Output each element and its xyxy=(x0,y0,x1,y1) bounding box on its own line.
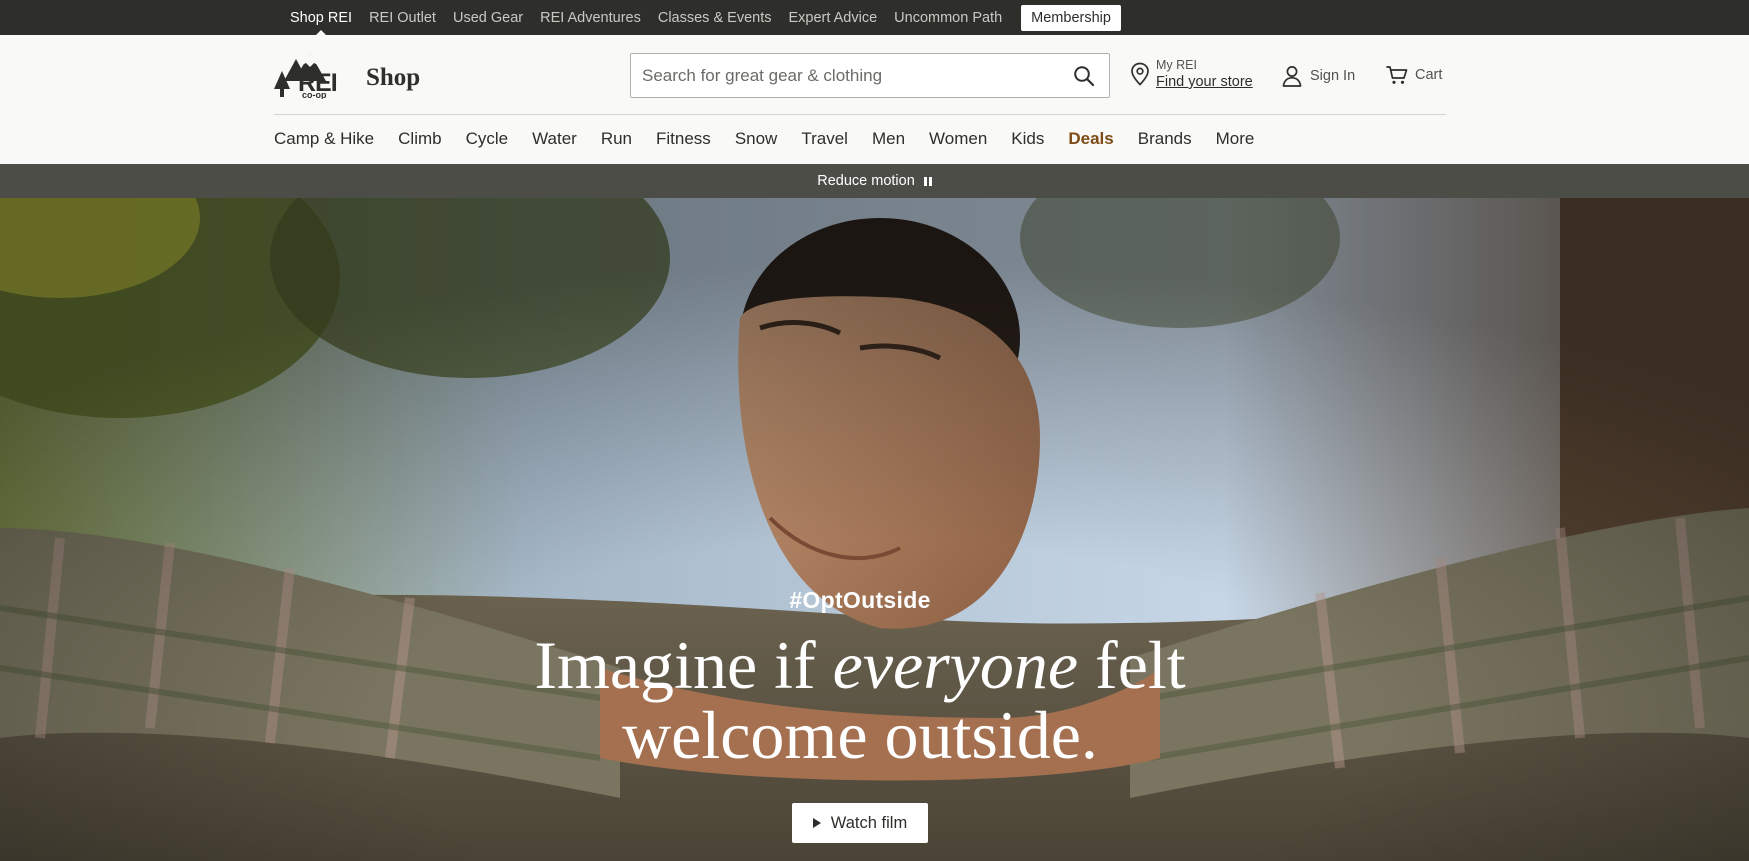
headline-part2: felt xyxy=(1078,627,1186,703)
sign-in-button[interactable]: Sign In xyxy=(1282,65,1355,87)
nav-item-camp-hike[interactable]: Camp & Hike xyxy=(274,129,374,149)
nav-item-snow[interactable]: Snow xyxy=(735,129,778,149)
cart-label: Cart xyxy=(1415,67,1443,83)
my-rei-label: My REI xyxy=(1156,58,1197,72)
headline-part1: Imagine if xyxy=(534,627,833,703)
hero-headline: Imagine if everyone felt welcome outside… xyxy=(0,630,1720,770)
nav-item-deals[interactable]: Deals xyxy=(1068,129,1113,149)
nav-item-more[interactable]: More xyxy=(1216,129,1255,149)
utility-bar: Shop REI REI Outlet Used Gear REI Advent… xyxy=(0,0,1749,37)
reduce-motion-label: Reduce motion xyxy=(817,173,915,189)
utility-link-rei-adventures[interactable]: REI Adventures xyxy=(540,10,641,26)
utility-link-shop-rei[interactable]: Shop REI xyxy=(290,10,352,37)
nav-item-women[interactable]: Women xyxy=(929,129,987,149)
headline-emphasis: everyone xyxy=(832,627,1079,703)
nav-item-brands[interactable]: Brands xyxy=(1138,129,1192,149)
main-nav: Camp & Hike Climb Cycle Water Run Fitnes… xyxy=(274,127,1278,151)
play-icon xyxy=(812,818,821,828)
utility-links: Shop REI REI Outlet Used Gear REI Advent… xyxy=(290,0,1121,37)
search-box xyxy=(630,53,1110,98)
search-icon[interactable] xyxy=(1073,65,1095,87)
utility-link-expert-advice[interactable]: Expert Advice xyxy=(788,10,877,26)
utility-link-uncommon-path[interactable]: Uncommon Path xyxy=(894,10,1002,26)
search-input[interactable] xyxy=(642,54,1052,97)
sign-in-label: Sign In xyxy=(1310,68,1356,84)
nav-item-run[interactable]: Run xyxy=(601,129,632,149)
rei-coop-logo[interactable]: REI co-op xyxy=(274,51,350,99)
nav-item-fitness[interactable]: Fitness xyxy=(656,129,711,149)
hero-hashtag: #OptOutside xyxy=(789,587,931,613)
location-pin-icon xyxy=(1131,62,1149,86)
find-your-store-link[interactable]: Find your store xyxy=(1156,74,1253,90)
headline-line2: welcome outside. xyxy=(622,697,1098,773)
cart-button[interactable]: Cart xyxy=(1386,65,1442,85)
reduce-motion-toggle[interactable]: Reduce motion xyxy=(0,164,1749,198)
svg-text:co-op: co-op xyxy=(302,90,327,99)
header-divider xyxy=(274,114,1446,115)
nav-item-men[interactable]: Men xyxy=(872,129,905,149)
shop-title[interactable]: Shop xyxy=(366,64,420,92)
utility-link-classes-events[interactable]: Classes & Events xyxy=(658,10,772,26)
utility-link-rei-outlet[interactable]: REI Outlet xyxy=(369,10,436,26)
nav-item-cycle[interactable]: Cycle xyxy=(466,129,509,149)
membership-button[interactable]: Membership xyxy=(1021,4,1121,31)
utility-link-used-gear[interactable]: Used Gear xyxy=(453,10,523,26)
cart-icon xyxy=(1386,66,1408,84)
pause-icon xyxy=(923,176,932,186)
user-icon xyxy=(1282,66,1302,87)
watch-film-button[interactable]: Watch film xyxy=(792,803,928,843)
hero-banner: #OptOutside Imagine if everyone felt wel… xyxy=(0,198,1749,861)
nav-item-kids[interactable]: Kids xyxy=(1011,129,1044,149)
nav-item-climb[interactable]: Climb xyxy=(398,129,441,149)
nav-item-water[interactable]: Water xyxy=(532,129,577,149)
watch-film-label: Watch film xyxy=(830,813,908,832)
nav-item-travel[interactable]: Travel xyxy=(801,129,848,149)
site-header: REI co-op Shop My REI Find your store Si… xyxy=(0,35,1749,164)
